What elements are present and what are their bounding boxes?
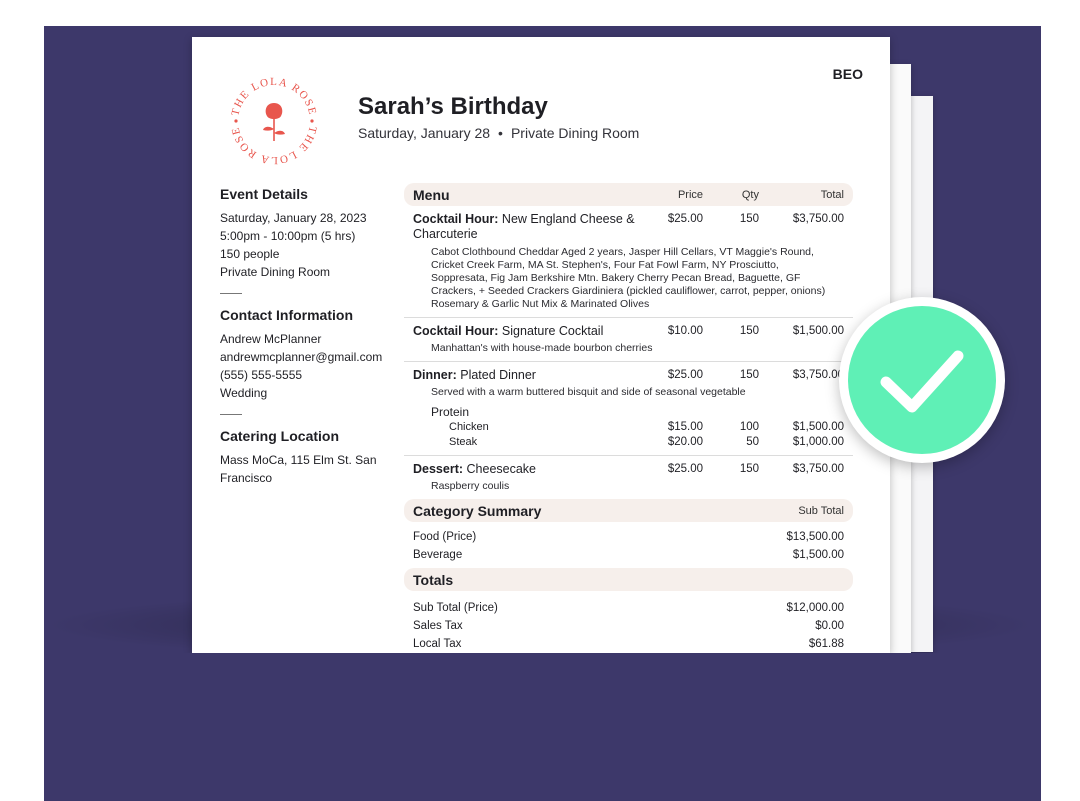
sub-item-qty: 100 <box>739 421 759 433</box>
menu-item-desc: Cabot Clothbound Cheddar Aged 2 years, J… <box>431 246 826 310</box>
menu-item-total: $3,750.00 <box>792 463 844 475</box>
catering-line: Mass MoCa, 115 Elm St. San <box>220 453 377 467</box>
totals-row-name: Sub Total (Price) <box>413 602 498 614</box>
catering-line: Francisco <box>220 471 273 485</box>
summary-row: Beverage $1,500.00 <box>404 546 853 564</box>
menu-item-total: $3,750.00 <box>792 369 844 381</box>
menu-item-price: $10.00 <box>667 325 703 337</box>
menu-item-qty: 150 <box>739 325 759 337</box>
summary-row-name: Beverage <box>413 549 463 561</box>
totals-row-value: $12,000.00 <box>786 602 844 614</box>
lower-background <box>44 653 1041 801</box>
rose-logo: THE LOLA ROSE THE LOLA ROSE <box>229 76 317 166</box>
contact-line: (555) 555-5555 <box>220 368 303 382</box>
totals-row-value: $0.00 <box>815 620 844 632</box>
right-column: Menu Price Qty Total Cocktail Hour: New … <box>404 183 853 653</box>
checkmark-icon <box>880 350 964 413</box>
menu-item-desc: Manhattan's with house-made bourbon cher… <box>431 342 653 354</box>
menu-item-qty: 150 <box>739 213 759 225</box>
sub-item: Steak $20.00 50 $1,000.00 <box>413 435 844 450</box>
sub-item: Chicken $15.00 100 $1,500.00 <box>413 420 844 435</box>
menu-item: Cocktail Hour: New England Cheese & Char… <box>404 206 853 318</box>
summary-row-value: $1,500.00 <box>792 549 844 561</box>
menu-heading: Menu <box>413 186 450 203</box>
menu-item-name: Dinner: Plated Dinner <box>413 368 536 382</box>
beo-tag: BEO <box>832 66 863 82</box>
subtitle-dot: • <box>498 125 503 141</box>
subtitle-date: Saturday, January 28 <box>358 125 491 141</box>
protein-label: Protein <box>431 405 470 419</box>
contact-line: Andrew McPlanner <box>220 332 322 346</box>
sub-item-name: Chicken <box>449 421 489 433</box>
sub-item-price: $20.00 <box>667 436 703 448</box>
menu-item-total: $1,500.00 <box>792 325 844 337</box>
divider <box>220 414 242 415</box>
event-details-line: 150 people <box>220 247 280 261</box>
event-details-line: Private Dining Room <box>220 265 331 279</box>
menu-item-name: Cocktail Hour: New England Cheese & Char… <box>413 212 635 241</box>
menu-item: Cocktail Hour: Signature Cocktail $10.00… <box>404 318 853 362</box>
summary-row: Food (Price) $13,500.00 <box>404 528 853 546</box>
menu-item-name: Dessert: Cheesecake <box>413 462 537 476</box>
totals-row-value: $61.88 <box>808 638 844 650</box>
summary-row-name: Food (Price) <box>413 531 477 543</box>
contact-line: Wedding <box>220 386 268 400</box>
totals-bar: Totals <box>404 568 853 591</box>
menu-item-total: $3,750.00 <box>792 213 844 225</box>
menu-item: Dinner: Plated Dinner $25.00 150 $3,750.… <box>404 362 853 456</box>
left-column: Event Details Saturday, January 28, 2023… <box>220 185 390 487</box>
col-price: Price <box>677 188 703 201</box>
sub-item-total: $1,000.00 <box>792 436 844 448</box>
event-details-line: 5:00pm - 10:00pm (5 hrs) <box>220 229 356 243</box>
menu-item-price: $25.00 <box>667 213 703 225</box>
sub-item-total: $1,500.00 <box>792 421 844 433</box>
menu-item-price: $25.00 <box>667 463 703 475</box>
menu-item-desc: Served with a warm buttered bisquit and … <box>431 386 746 398</box>
menu-item-name: Cocktail Hour: Signature Cocktail <box>413 324 604 338</box>
menu-item-desc: Raspberry coulis <box>431 480 510 492</box>
beo-document: BEO THE LOLA ROSE THE LOLA ROSE Sarah’s … <box>192 37 890 653</box>
event-details-line: Saturday, January 28, 2023 <box>220 211 367 225</box>
divider <box>220 293 242 294</box>
sub-item-qty: 50 <box>746 436 759 448</box>
totals-row: Sub Total (Price) $12,000.00 <box>404 599 853 617</box>
menu-item-price: $25.00 <box>667 369 703 381</box>
menu-item: Dessert: Cheesecake $25.00 150 $3,750.00… <box>404 456 853 497</box>
menu-item-qty: 150 <box>739 369 759 381</box>
catering-heading: Catering Location <box>220 428 340 444</box>
totals-row-name: Local Tax <box>413 638 462 650</box>
totals-heading: Totals <box>413 571 454 588</box>
totals-row: Sales Tax $0.00 <box>404 617 853 635</box>
event-title: Sarah’s Birthday <box>358 93 548 120</box>
category-summary-bar: Category Summary Sub Total <box>404 499 853 522</box>
totals-row: Local Tax $61.88 <box>404 635 853 653</box>
event-details-heading: Event Details <box>220 186 308 202</box>
contact-line: andrewmcplanner@gmail.com <box>220 350 383 364</box>
event-subtitle: Saturday, January 28 • Private Dining Room <box>358 125 639 141</box>
summary-row-value: $13,500.00 <box>786 531 844 543</box>
contact-heading: Contact Information <box>220 307 353 323</box>
menu-item-qty: 150 <box>739 463 759 475</box>
category-summary-heading: Category Summary <box>413 502 542 519</box>
col-total: Total <box>820 188 844 201</box>
subtitle-room: Private Dining Room <box>510 125 640 141</box>
sub-item-price: $15.00 <box>667 421 703 433</box>
col-sub-total: Sub Total <box>798 504 844 517</box>
check-badge <box>848 306 996 454</box>
menu-header-bar: Menu Price Qty Total <box>404 183 853 206</box>
col-qty: Qty <box>741 188 759 201</box>
sub-item-name: Steak <box>449 436 478 448</box>
totals-row-name: Sales Tax <box>413 620 463 632</box>
